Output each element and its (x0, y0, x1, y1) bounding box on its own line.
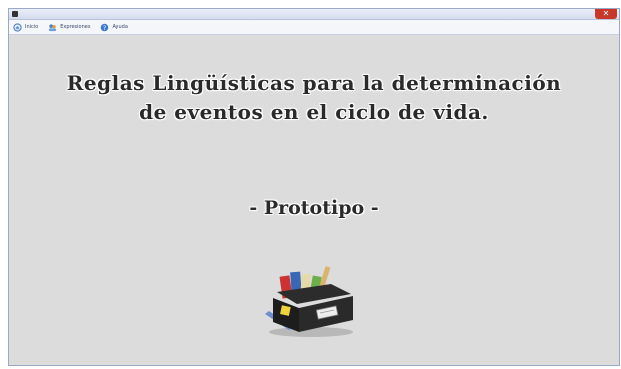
toolbar: Inicio Expresiones ? Ayuda (9, 20, 619, 35)
help-icon: ? (101, 23, 109, 31)
close-button[interactable]: ✕ (595, 9, 617, 19)
app-icon (12, 11, 18, 17)
prototype-subtitle: - Prototipo - (249, 197, 379, 219)
file-box-icon (265, 266, 353, 337)
toolbar-item-expresiones[interactable]: Expresiones (48, 23, 90, 32)
app-window: ✕ Inicio Expresiones ? Ayuda Reglas Ling… (8, 8, 620, 366)
title-bar[interactable]: ✕ (9, 9, 619, 20)
toolbar-item-inicio[interactable]: Inicio (13, 22, 39, 32)
toolbar-label: Inicio (25, 24, 39, 30)
svg-text:?: ? (103, 24, 106, 31)
toolbar-item-ayuda[interactable]: ? Ayuda (100, 23, 128, 32)
page-title: Reglas Lingüísticas para la determinació… (9, 69, 619, 127)
toolbar-label: Ayuda (112, 24, 128, 30)
toolbar-label: Expresiones (60, 24, 91, 30)
home-icon (13, 22, 22, 32)
users-icon (49, 23, 57, 31)
page-title-line2: de eventos en el ciclo de vida. (139, 100, 489, 124)
page-title-line1: Reglas Lingüísticas para la determinació… (66, 71, 562, 95)
